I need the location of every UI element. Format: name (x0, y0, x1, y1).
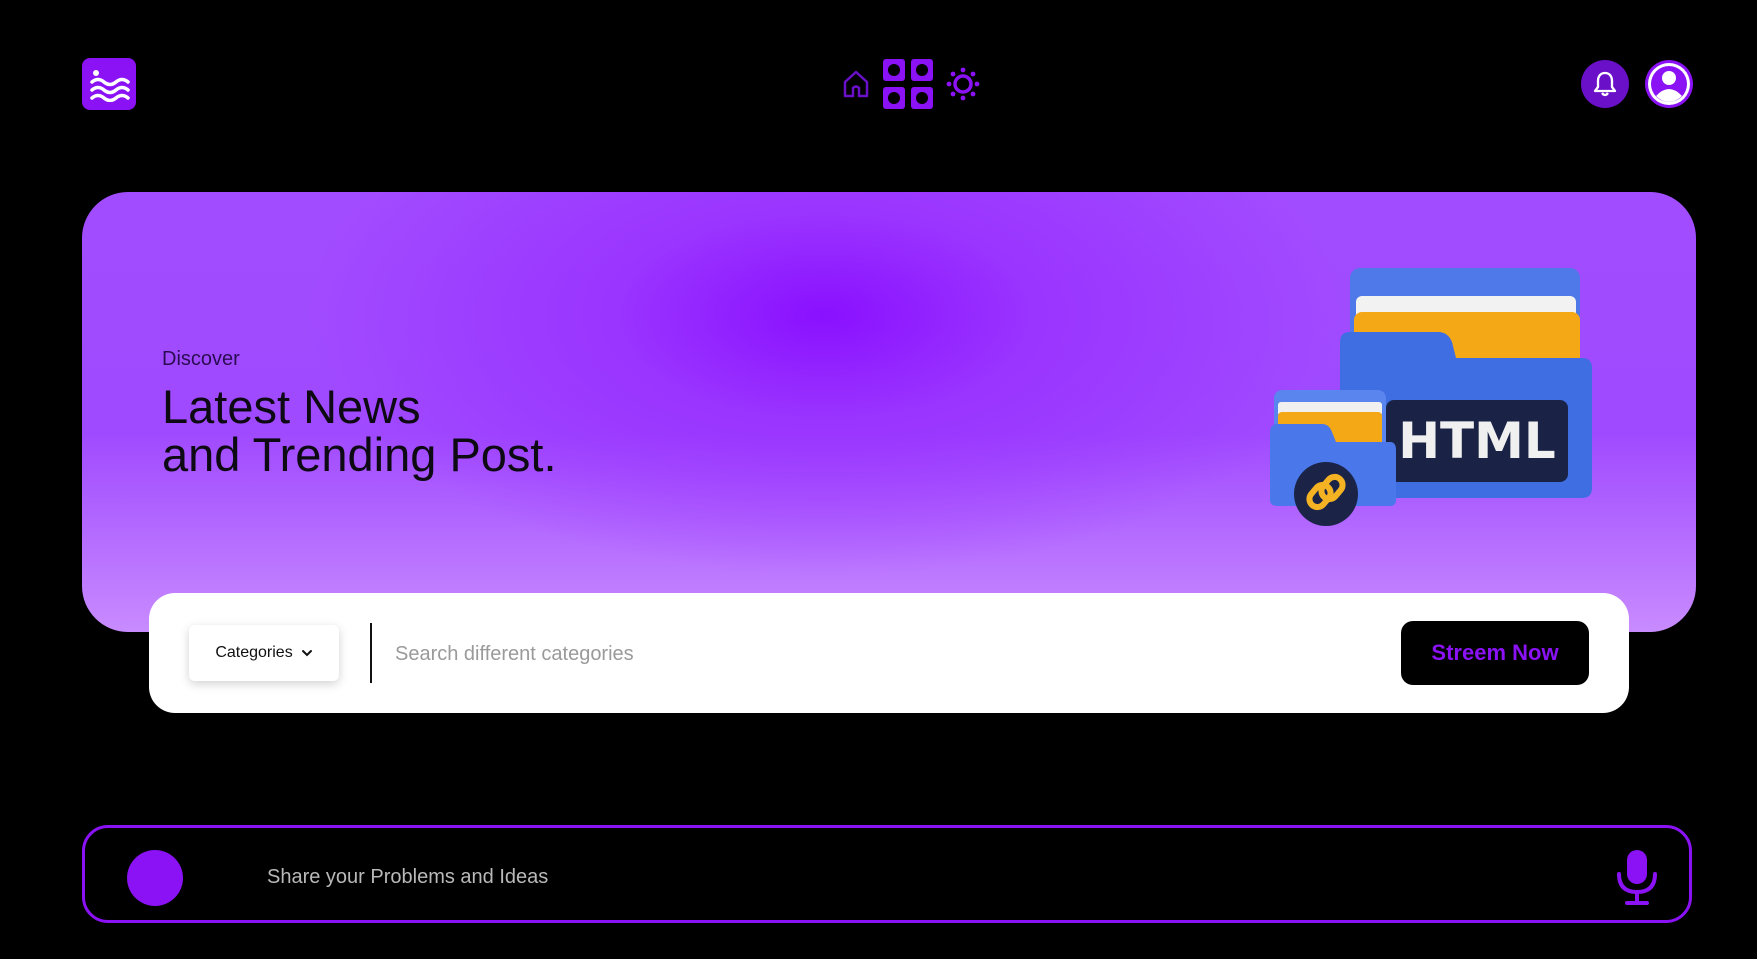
search-bar: Categories Streem Now (149, 593, 1629, 713)
chevron-down-icon (301, 650, 312, 657)
idea-composer (82, 825, 1692, 923)
nav-home-button[interactable] (842, 69, 870, 99)
nav-grid-button[interactable] (882, 58, 934, 110)
notifications-button[interactable] (1581, 60, 1629, 108)
avatar (127, 850, 183, 906)
nav-theme-button[interactable] (946, 67, 980, 101)
app-logo[interactable] (82, 58, 136, 110)
header-actions (1581, 60, 1693, 108)
stream-now-button[interactable]: Streem Now (1401, 621, 1589, 685)
search-input[interactable] (393, 631, 1157, 677)
profile-button[interactable] (1645, 60, 1693, 108)
hero-text: Discover Latest News and Trending Post. (162, 348, 557, 479)
microphone-button[interactable] (1613, 848, 1661, 906)
hero-eyebrow: Discover (162, 348, 240, 370)
hero-headline-line-2: and Trending Post. (162, 428, 557, 481)
folder-html-icon: HTML (1270, 268, 1592, 526)
categories-dropdown[interactable]: Categories (189, 625, 339, 681)
hero-headline: Latest News and Trending Post. (162, 383, 557, 479)
home-icon (843, 70, 869, 98)
sun-icon (946, 67, 980, 101)
waves-logo-icon (90, 70, 130, 102)
grid-icon (883, 59, 933, 109)
user-icon (1648, 63, 1690, 105)
microphone-icon (1617, 850, 1657, 905)
hero-banner: Discover Latest News and Trending Post. … (82, 192, 1696, 632)
hero-headline-line-1: Latest News (162, 380, 421, 433)
html-badge-text: HTML (1398, 412, 1556, 470)
categories-label: Categories (215, 644, 293, 661)
composer-input[interactable] (265, 854, 1169, 900)
search-divider (370, 623, 372, 683)
top-navigation (842, 58, 980, 110)
bell-icon (1593, 71, 1617, 97)
